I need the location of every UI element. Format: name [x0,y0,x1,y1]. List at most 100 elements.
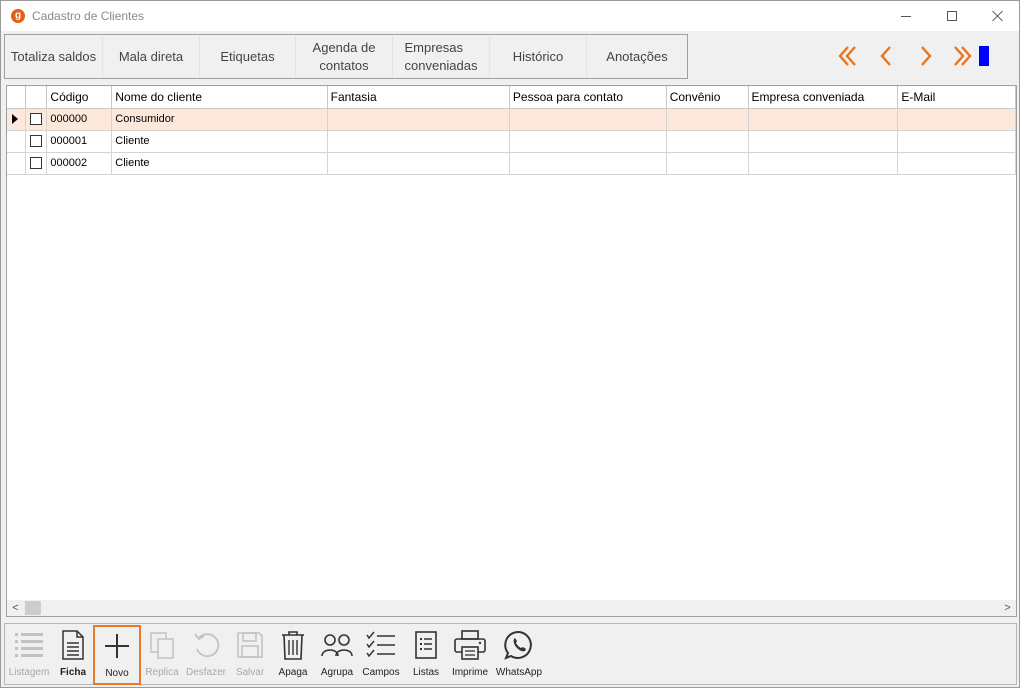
scroll-left-icon[interactable]: < [7,600,24,616]
cell-nome[interactable]: Cliente [111,152,328,175]
last-record-button[interactable] [947,39,977,73]
button-label: Histórico [512,48,564,64]
novo-button[interactable]: Novo [93,625,141,685]
save-icon [237,632,263,658]
listagem-button[interactable]: Listagem [7,626,51,682]
close-button[interactable] [975,1,1020,31]
cell-email[interactable] [897,130,1016,153]
maximize-button[interactable] [929,1,975,31]
printer-icon [454,630,486,660]
checklist-icon [366,631,395,658]
cell-nome[interactable]: Cliente [111,130,328,153]
undo-icon [194,633,220,658]
cell-codigo[interactable]: 000002 [46,152,113,175]
whatsapp-button[interactable]: WhatsApp [495,626,543,682]
next-icon [921,46,932,66]
button-label-line2: conveniadas [404,57,478,73]
column-header-contato[interactable]: Pessoa para contato [509,86,667,109]
minimize-icon [901,15,911,17]
button-label: Totaliza saldos [10,48,97,64]
app-window: g Cadastro de Clientes Totaliza saldos M… [0,0,1020,688]
imprime-button[interactable]: Imprime [449,626,491,682]
cell-fantasia[interactable] [327,152,510,175]
anotacoes-button[interactable]: Anotações [587,35,687,78]
row-checkbox[interactable] [30,135,43,148]
cell-fantasia[interactable] [327,130,510,153]
cell-codigo[interactable]: 000000 [46,108,113,131]
plus-icon [105,634,129,658]
cell-contato[interactable] [509,108,667,131]
scroll-thumb[interactable] [25,601,41,615]
grid-header-row: Código Nome do cliente Fantasia Pessoa p… [7,86,1016,109]
salvar-button[interactable]: Salvar [230,626,270,682]
scroll-right-icon[interactable]: > [999,600,1016,616]
button-label: Novo [105,668,129,679]
ficha-button[interactable]: Ficha [53,626,93,682]
agrupa-button[interactable]: Agrupa [317,626,357,682]
mala-direta-button[interactable]: Mala direta [103,35,200,78]
trash-icon [282,631,304,660]
table-row[interactable]: 000002 Cliente [7,152,1016,175]
previous-record-button[interactable] [871,39,901,73]
cell-empresa[interactable] [748,130,899,153]
column-header-codigo[interactable]: Código [46,86,113,109]
record-marker [979,46,989,66]
cell-empresa[interactable] [748,108,899,131]
column-header-email[interactable]: E-Mail [897,86,1016,109]
cell-fantasia[interactable] [327,108,510,131]
current-row-icon [12,114,18,124]
campos-button[interactable]: Campos [360,626,402,682]
cell-email[interactable] [897,108,1016,131]
table-row[interactable]: 000001 Cliente [7,130,1016,153]
row-checkbox[interactable] [30,113,43,126]
clients-grid[interactable]: Código Nome do cliente Fantasia Pessoa p… [6,85,1017,617]
row-checkbox-cell [25,108,48,131]
button-label: Salvar [235,667,265,678]
empresas-conveniadas-button[interactable]: Empresas conveniadas [393,35,490,78]
replica-button[interactable]: Replica [143,626,181,682]
listas-button[interactable]: Listas [407,626,445,682]
cell-contato[interactable] [509,130,667,153]
cell-nome[interactable]: Consumidor [111,108,328,131]
button-label: Desfazer [185,667,226,678]
desfazer-button[interactable]: Desfazer [185,626,227,682]
column-header-empresa[interactable]: Empresa conveniada [748,86,899,109]
minimize-button[interactable] [883,1,929,31]
top-toolbar: Totaliza saldos Mala direta Etiquetas Ag… [4,34,688,79]
cell-convenio[interactable] [666,130,749,153]
totaliza-saldos-button[interactable]: Totaliza saldos [5,35,103,78]
cell-codigo[interactable]: 000001 [46,130,113,153]
cell-email[interactable] [897,152,1016,175]
first-icon [838,46,856,66]
cell-convenio[interactable] [666,152,749,175]
button-label-line2: contatos [319,57,369,73]
historico-button[interactable]: Histórico [490,35,587,78]
whatsapp-icon [504,630,532,660]
indicator-header [7,86,27,109]
maximize-icon [947,11,957,21]
first-record-button[interactable] [833,39,863,73]
title-bar: g Cadastro de Clientes [1,1,1019,31]
column-header-fantasia[interactable]: Fantasia [327,86,510,109]
copy-icon [150,632,174,659]
row-indicator [7,130,27,153]
row-indicator [7,108,27,131]
cell-convenio[interactable] [666,108,749,131]
cell-contato[interactable] [509,152,667,175]
row-checkbox-cell [25,130,48,153]
lists-icon [415,631,437,659]
cell-empresa[interactable] [748,152,899,175]
app-logo-icon: g [11,9,25,23]
button-label: WhatsApp [495,667,543,678]
column-header-nome[interactable]: Nome do cliente [111,86,328,109]
column-header-convenio[interactable]: Convênio [666,86,749,109]
horizontal-scrollbar[interactable]: < > [7,600,1016,616]
apaga-button[interactable]: Apaga [274,626,312,682]
next-record-button[interactable] [911,39,941,73]
etiquetas-button[interactable]: Etiquetas [200,35,296,78]
agenda-contatos-button[interactable]: Agenda de contatos [296,35,393,78]
table-row[interactable]: 000000 Consumidor [7,108,1016,131]
button-label: Imprime [451,667,489,678]
row-checkbox[interactable] [30,157,43,170]
button-label: Apaga [278,667,308,678]
